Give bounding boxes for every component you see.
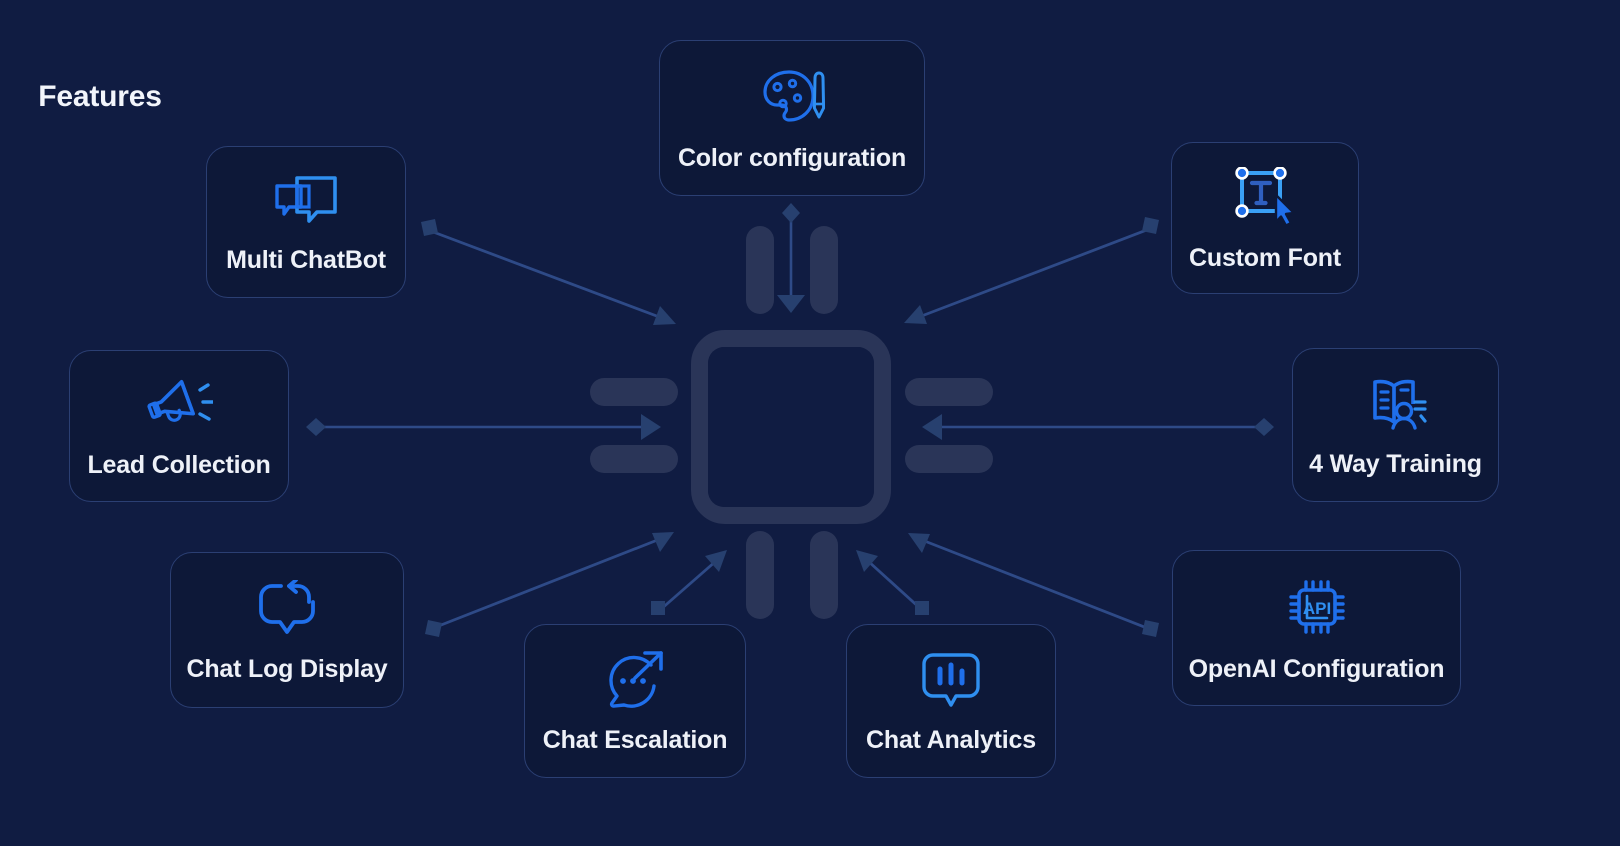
color-palette-icon	[759, 67, 826, 132]
connector-lead-collection	[306, 414, 661, 440]
chat-bubble-refresh-icon	[255, 578, 319, 643]
feature-card-chat-analytics[interactable]: Chat Analytics	[846, 624, 1056, 778]
feature-card-label: OpenAI Configuration	[1188, 655, 1445, 683]
connector-openai-configuration	[908, 533, 1159, 637]
feature-card-color-configuration[interactable]: Color configuration	[659, 40, 925, 196]
svg-text:API: API	[1302, 599, 1330, 618]
chip-pin-top-left	[746, 226, 774, 314]
feature-card-chat-log-display[interactable]: Chat Log Display	[170, 552, 404, 708]
feature-card-label: Multi ChatBot	[226, 246, 386, 274]
square-marker	[1142, 217, 1159, 234]
features-diagram: Features Color configuration Multi ChatB…	[0, 0, 1620, 846]
connector-chat-escalation	[651, 550, 727, 615]
arrow-marker	[777, 295, 805, 313]
connector-chat-analytics	[856, 550, 929, 615]
connector-custom-font	[904, 217, 1159, 324]
square-marker	[421, 219, 438, 236]
chat-bubble-expand-arrow-icon	[603, 651, 667, 714]
connector-chat-log-display	[425, 532, 674, 637]
square-marker	[425, 620, 442, 637]
feature-card-4-way-training[interactable]: 4 Way Training	[1292, 348, 1499, 502]
arrow-marker	[641, 414, 661, 440]
feature-card-chat-escalation[interactable]: Chat Escalation	[524, 624, 746, 778]
cpu-chip-icon	[691, 330, 891, 524]
square-marker	[915, 601, 929, 615]
square-marker	[1142, 620, 1159, 637]
chat-bubble-bar-chart-icon	[920, 651, 982, 714]
feature-card-label: Lead Collection	[87, 451, 271, 479]
feature-card-custom-font[interactable]: Custom Font	[1171, 142, 1359, 294]
feature-card-lead-collection[interactable]: Lead Collection	[69, 350, 289, 502]
diamond-marker	[782, 203, 800, 223]
megaphone-icon	[145, 376, 215, 439]
feature-card-label: Custom Font	[1189, 244, 1341, 272]
connector-multi-chatbot	[421, 219, 676, 325]
feature-card-openai-configuration[interactable]: API OpenAI Configuration	[1172, 550, 1461, 706]
connector-4-way-training	[922, 414, 1274, 440]
square-marker	[651, 601, 665, 615]
text-selection-cursor-icon	[1233, 166, 1297, 232]
chip-pin-bottom-left	[746, 531, 774, 619]
chip-pin-left-lower	[590, 445, 678, 473]
chip-pin-right-upper	[905, 378, 993, 406]
chip-pin-right-lower	[905, 445, 993, 473]
chip-pin-bottom-right	[810, 531, 838, 619]
feature-card-label: Chat Analytics	[866, 726, 1036, 754]
arrow-marker	[922, 414, 942, 440]
diamond-marker	[1254, 418, 1274, 436]
feature-card-multi-chatbot[interactable]: Multi ChatBot	[206, 146, 406, 298]
feature-card-label: 4 Way Training	[1309, 450, 1482, 478]
api-chip-icon: API	[1284, 576, 1350, 643]
center-node-label: Features	[38, 80, 162, 113]
book-person-icon	[1363, 375, 1429, 438]
feature-card-label: Chat Log Display	[186, 655, 388, 683]
feature-card-label: Color configuration	[677, 144, 907, 172]
feature-card-label: Chat Escalation	[542, 726, 728, 754]
chip-pin-left-upper	[590, 378, 678, 406]
chip-pin-top-right	[810, 226, 838, 314]
diamond-marker	[306, 418, 326, 436]
multi-chat-bubbles-icon	[273, 173, 339, 234]
connector-color-configuration	[777, 203, 805, 313]
